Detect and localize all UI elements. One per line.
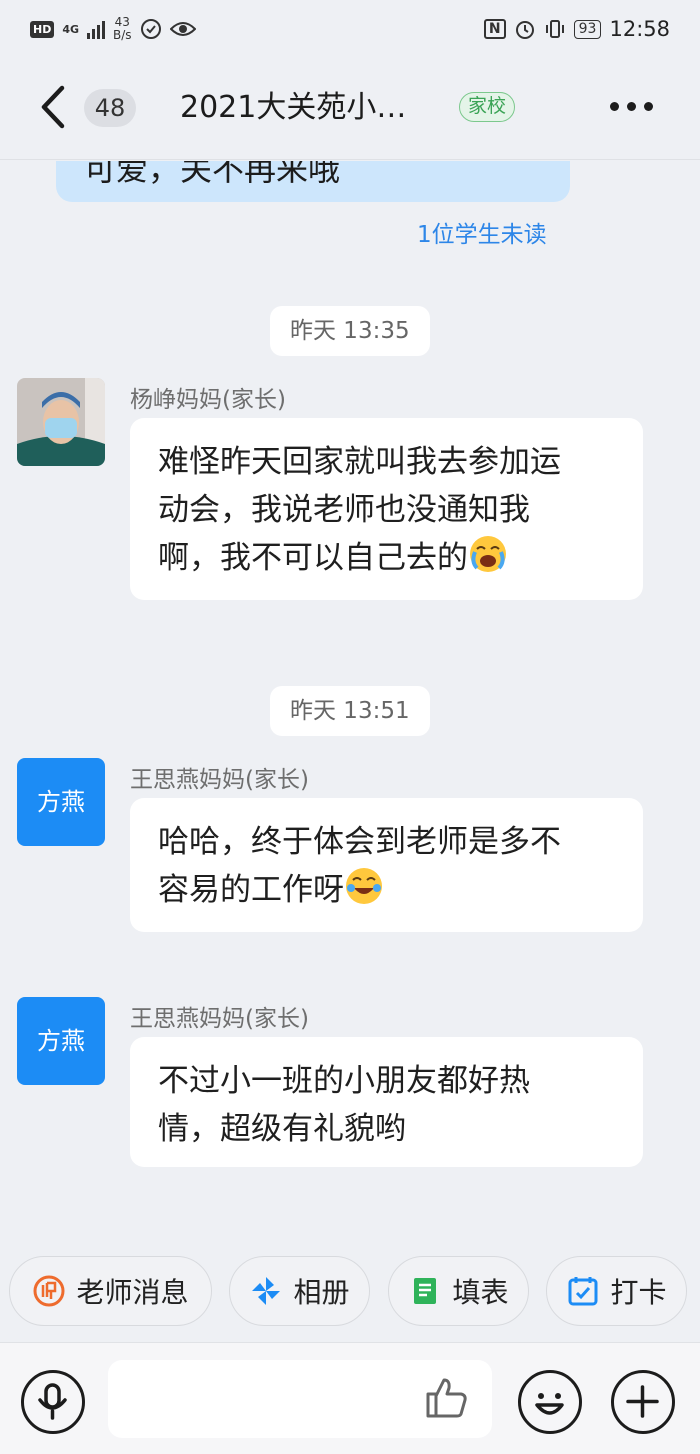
sender-name: 王思燕妈妈(家长) xyxy=(130,1006,309,1032)
form-label: 填表 xyxy=(452,1276,509,1309)
input-bar xyxy=(0,1342,700,1454)
message-list[interactable]: 可爱，关不再来哦 1位学生未读 昨天 13:35 杨峥妈妈(家长) 难怪昨天回家… xyxy=(0,161,700,1255)
page-title: 2021大关苑小… xyxy=(180,90,407,125)
smiley-icon xyxy=(535,1393,564,1415)
message-bubble[interactable]: 难怪昨天回家就叫我去参加运 动会，我说老师也没通知我 啊，我不可以自己去的 xyxy=(130,418,643,600)
timestamp-pill: 昨天 13:35 xyxy=(270,306,430,356)
message-line: 情，超级有礼貌哟 xyxy=(158,1111,406,1147)
nfc-icon: N xyxy=(483,19,506,39)
album-label: 相册 xyxy=(293,1276,350,1309)
message-line: 哈哈，终于体会到老师是多不 xyxy=(158,824,561,860)
check-in-label: 打卡 xyxy=(610,1276,667,1309)
plus-button[interactable] xyxy=(611,1370,675,1434)
sender-name: 王思燕妈妈(家长) xyxy=(130,767,309,793)
eye-icon xyxy=(169,22,196,36)
avatar[interactable] xyxy=(17,378,105,466)
net-speed-value: 43 xyxy=(114,15,130,29)
thumbs-up-icon[interactable] xyxy=(422,1374,470,1422)
battery-icon: 93 xyxy=(573,19,602,39)
message-line: 动会，我说老师也没通知我 xyxy=(158,492,530,528)
more-options-icon[interactable] xyxy=(610,102,653,111)
plus-icon xyxy=(626,1385,659,1418)
message-line: 不过小一班的小朋友都好热 xyxy=(158,1063,530,1099)
app-notification-icon xyxy=(140,19,161,39)
vibrate-icon xyxy=(545,20,564,38)
sender-name: 杨峥妈妈(家长) xyxy=(130,387,286,413)
avatar[interactable]: 方燕 xyxy=(17,997,105,1085)
message-input[interactable] xyxy=(108,1360,492,1438)
signal-icon xyxy=(87,19,106,39)
message-bubble[interactable]: 哈哈，终于体会到老师是多不 容易的工作呀 xyxy=(130,798,643,932)
album-button[interactable]: 相册 xyxy=(229,1256,370,1326)
avatar-photo xyxy=(17,378,105,466)
message-line: 容易的工作呀 xyxy=(158,872,344,908)
emoji-button[interactable] xyxy=(518,1370,582,1434)
teacher-messages-label: 老师消息 xyxy=(76,1276,189,1309)
net-speed: 43 B/s xyxy=(113,16,132,42)
status-bar: HD 4G 43 B/s N 93 12:58 xyxy=(0,0,700,58)
pinwheel-icon xyxy=(252,1277,281,1305)
avatar[interactable]: 方燕 xyxy=(17,758,105,846)
tears-of-joy-emoji-icon xyxy=(346,868,382,904)
calendar-check-icon xyxy=(568,1277,598,1306)
read-status-link[interactable]: 1位学生未读 xyxy=(417,215,547,249)
unread-count-badge[interactable]: 48 xyxy=(84,89,136,127)
check-in-button[interactable]: 打卡 xyxy=(546,1256,687,1326)
form-icon xyxy=(414,1278,437,1304)
message-line: 难怪昨天回家就叫我去参加运 xyxy=(158,444,561,480)
teacher-icon xyxy=(33,1275,65,1307)
chat-header: 48 2021大关苑小… 家校 xyxy=(0,58,700,160)
voice-button[interactable] xyxy=(21,1370,85,1434)
quick-actions-bar: 老师消息 相册 填表 打卡 xyxy=(0,1256,700,1330)
teacher-messages-button[interactable]: 老师消息 xyxy=(9,1256,212,1326)
own-message-bubble[interactable]: 可爱，关不再来哦 xyxy=(56,161,570,202)
back-arrow-icon[interactable] xyxy=(36,84,72,130)
clock: 12:58 xyxy=(609,17,670,41)
microphone-icon xyxy=(38,1383,67,1420)
own-message-text: 可爱，关不再来哦 xyxy=(84,161,341,188)
message-line: 啊，我不可以自己去的 xyxy=(158,540,468,576)
alarm-icon xyxy=(515,21,534,39)
timestamp-pill: 昨天 13:51 xyxy=(270,686,430,736)
hd-badge: HD xyxy=(30,20,55,38)
network-type: 4G xyxy=(62,22,80,36)
net-speed-unit: B/s xyxy=(113,28,132,42)
crying-laughing-emoji-icon xyxy=(470,536,506,572)
group-type-tag: 家校 xyxy=(459,92,516,122)
message-bubble[interactable]: 不过小一班的小朋友都好热 情，超级有礼貌哟 xyxy=(130,1037,643,1167)
form-button[interactable]: 填表 xyxy=(388,1256,529,1326)
